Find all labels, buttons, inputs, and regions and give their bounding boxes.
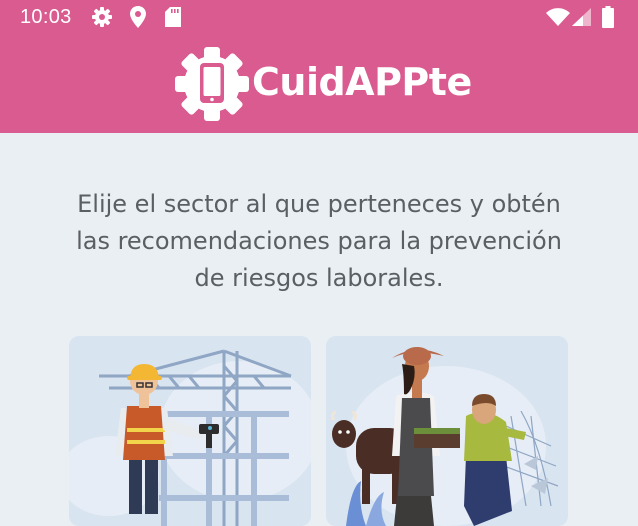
app-name: CuidAPPte [252, 60, 472, 104]
farmer-cow-fisherman-illustration [330, 347, 559, 526]
status-time: 10:03 [20, 6, 72, 28]
sector-card-construction[interactable] [69, 336, 311, 526]
gear-phone-icon [174, 46, 250, 127]
gear-icon [92, 7, 112, 32]
sd-card-icon [165, 7, 181, 32]
status-bar: 10:03 [0, 0, 638, 34]
signal-icon [572, 8, 591, 31]
wifi-icon [546, 8, 570, 31]
app-header: 10:03 CuidAPPte [0, 0, 638, 133]
battery-icon [602, 6, 614, 33]
sector-instruction: Elije el sector al que perteneces y obté… [76, 190, 562, 292]
location-pin-icon [130, 6, 146, 33]
app-logo: CuidAPPte [0, 44, 638, 124]
construction-worker-crane-illustration [69, 349, 311, 526]
sector-card-agriculture[interactable] [326, 336, 568, 526]
